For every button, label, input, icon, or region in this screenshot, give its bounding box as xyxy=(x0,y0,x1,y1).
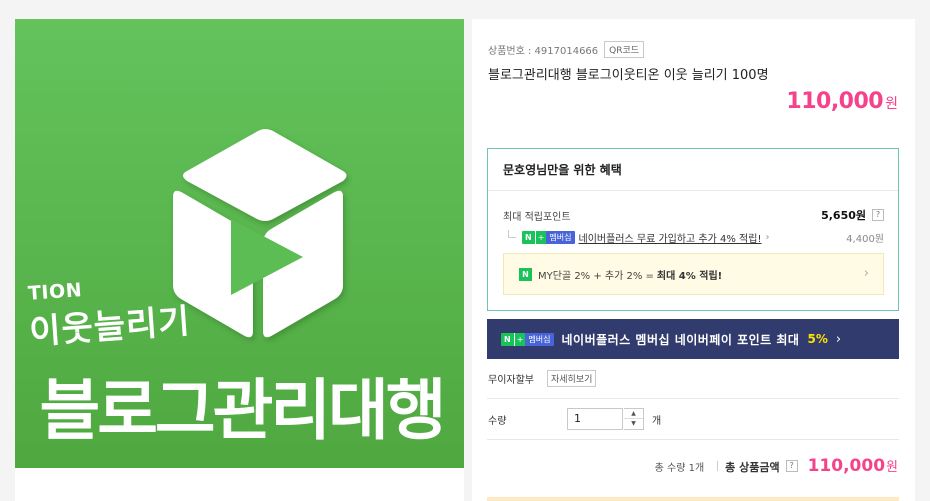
price-value: 110,000 xyxy=(786,89,884,114)
quantity-input[interactable]: 1 xyxy=(567,408,623,430)
price-unit: 원 xyxy=(885,96,898,112)
product-info-panel: 상품번호 : 4917014666 QR코드 블로그관리대행 블로그이웃티온 이… xyxy=(472,19,915,501)
max-points-label: 최대 적립포인트 xyxy=(503,212,571,223)
naver-plus-row: N + 멤버십 네이버플러스 무료 가입하고 추가 4% 적립! › 4,400… xyxy=(508,229,884,245)
product-image: TION 이웃늘리기 블로그관리대행 xyxy=(15,19,464,468)
image-text-blog-management: 블로그관리대행 xyxy=(39,372,446,449)
naver-plus-banner[interactable]: N + 멤버십 네이버플러스 멤버십 네이버페이 포인트 최대 5% › xyxy=(487,319,899,359)
naver-membership-badge-icon: N + 멤버십 xyxy=(501,332,554,346)
max-points-value: 5,650원 ? xyxy=(821,207,884,223)
total-price-unit: 원 xyxy=(886,460,898,475)
total-price-label: 총 상품금액 xyxy=(725,461,780,474)
my-regular-text: MY단골 2% + 추가 2% = xyxy=(538,270,654,282)
my-regular-benefit[interactable]: N MY단골 2% + 추가 2% = 최대 4% 적립! › xyxy=(503,253,884,295)
quantity-stepper: ▲ ▼ xyxy=(624,408,644,430)
total-summary: 총 수량 1개 총 상품금액 ? 110,000 원 xyxy=(655,456,898,476)
divider xyxy=(487,398,899,399)
tree-connector-icon xyxy=(508,230,516,238)
total-quantity: 총 수량 1개 xyxy=(654,463,705,474)
chevron-right-icon: › xyxy=(835,331,842,347)
quantity-unit: 개 xyxy=(652,416,662,427)
installment-label: 무이자할부 xyxy=(488,375,534,386)
help-icon[interactable]: ? xyxy=(785,460,798,472)
chevron-right-icon: › xyxy=(765,231,770,243)
benefit-box: 문호영님만을 위한 혜택 최대 적립포인트 5,650원 ? N + 멤버십 네… xyxy=(487,148,899,311)
image-footer xyxy=(15,468,464,501)
my-regular-bold: 최대 4% 적립! xyxy=(656,270,723,282)
product-price: 110,000 원 xyxy=(786,89,898,114)
quantity-label: 수량 xyxy=(488,416,507,427)
benefit-title: 문호영님만을 위한 혜택 xyxy=(503,163,622,177)
banner-percent: 5% xyxy=(807,332,828,346)
separator xyxy=(717,461,719,471)
installment-detail-button[interactable]: 자세히보기 xyxy=(547,370,597,387)
installment-row: 무이자할부 자세히보기 xyxy=(488,370,597,387)
plus-amount: 4,400원 xyxy=(846,233,884,245)
product-code-text: 상품번호 : 4917014666 xyxy=(488,46,599,57)
divider xyxy=(487,439,899,440)
divider xyxy=(488,190,898,191)
banner-text: 네이버플러스 멤버십 네이버페이 포인트 최대 xyxy=(561,332,800,347)
product-title: 블로그관리대행 블로그이웃티온 이웃 늘리기 100명 xyxy=(488,68,769,83)
naver-n-icon: N xyxy=(519,267,532,281)
help-icon[interactable]: ? xyxy=(872,209,884,221)
qr-code-button[interactable]: QR코드 xyxy=(604,41,645,58)
naver-plus-join-link[interactable]: 네이버플러스 무료 가입하고 추가 4% 적립! xyxy=(579,230,762,245)
total-price: 110,000 xyxy=(807,456,886,476)
max-points-amount: 5,650원 xyxy=(821,209,866,222)
increase-quantity-button[interactable]: ▲ xyxy=(624,409,643,419)
naver-membership-badge-icon: N + 멤버십 xyxy=(522,230,575,244)
chevron-right-icon: › xyxy=(863,266,869,281)
decrease-quantity-button[interactable]: ▼ xyxy=(624,419,643,429)
product-code: 상품번호 : 4917014666 QR코드 xyxy=(488,41,645,58)
bottom-strip xyxy=(487,497,899,501)
